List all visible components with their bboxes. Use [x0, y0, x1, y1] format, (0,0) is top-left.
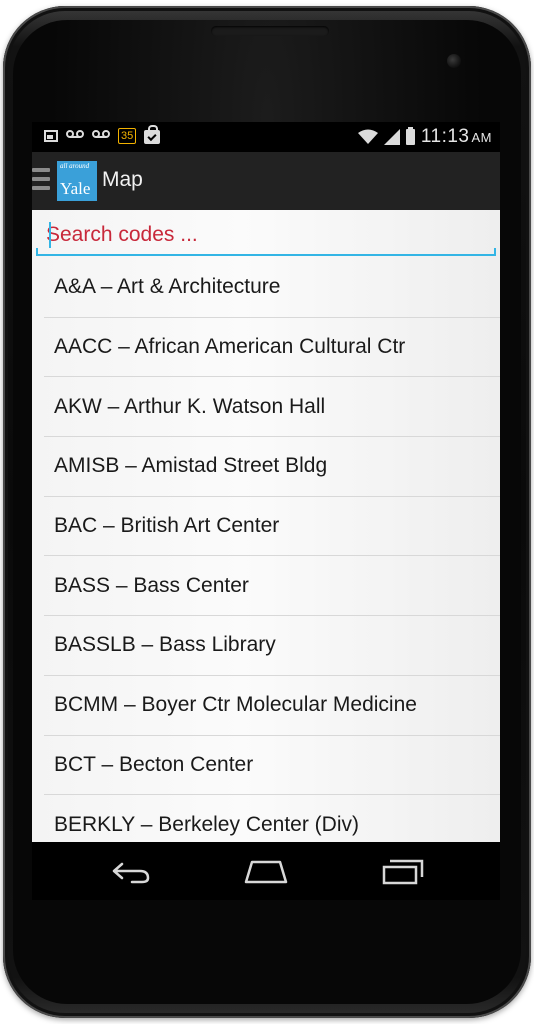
- text-cursor: [49, 222, 51, 248]
- logo-small-text: all around: [60, 162, 90, 170]
- list-item[interactable]: AKW – Arthur K. Watson Hall: [44, 377, 500, 438]
- wifi-icon: [357, 129, 378, 144]
- recent-apps-icon[interactable]: [378, 856, 426, 886]
- list-item[interactable]: A&A – Art & Architecture: [44, 258, 500, 318]
- list-item[interactable]: BASS – Bass Center: [44, 556, 500, 617]
- list-item[interactable]: BASSLB – Bass Library: [44, 616, 500, 676]
- action-bar: all around Yale Map: [32, 152, 500, 210]
- earpiece-speaker: [211, 26, 329, 36]
- status-bar-notifications: 35: [44, 125, 161, 144]
- search-box: [36, 216, 496, 256]
- navigation-bar: [32, 842, 500, 900]
- signal-icon: [383, 129, 400, 145]
- back-icon[interactable]: [106, 856, 154, 886]
- app-logo[interactable]: all around Yale: [57, 161, 97, 201]
- page-title: Map: [102, 168, 143, 191]
- voicemail-icon: [66, 128, 84, 144]
- voicemail-icon: [92, 128, 110, 144]
- screen: 35 11:13 AM all around Yale Map Search c…: [32, 122, 500, 900]
- list-item[interactable]: BCT – Becton Center: [44, 736, 500, 796]
- notification-badge-icon: 35: [118, 128, 137, 144]
- list-item[interactable]: BERKLY – Berkeley Center (Div): [44, 795, 500, 842]
- clock-ampm: AM: [471, 130, 492, 145]
- list-item[interactable]: BAC – British Art Center: [44, 497, 500, 557]
- drawer-menu-icon[interactable]: [32, 168, 50, 194]
- clock: 11:13 AM: [420, 126, 492, 147]
- logo-big-text: Yale: [60, 179, 91, 198]
- battery-icon: [405, 127, 415, 145]
- picture-icon: [44, 130, 58, 142]
- list-item[interactable]: AMISB – Amistad Street Bldg: [44, 437, 500, 497]
- front-camera: [447, 54, 461, 68]
- list-item[interactable]: AACC – African American Cultural Ctr: [44, 318, 500, 378]
- status-bar-system: 11:13 AM: [357, 126, 492, 148]
- building-code-list: A&A – Art & Architecture AACC – African …: [44, 258, 500, 842]
- status-bar: 35 11:13 AM: [32, 122, 500, 152]
- search-underline: [36, 248, 496, 256]
- content-area: A&A – Art & Architecture AACC – African …: [32, 210, 500, 842]
- home-icon[interactable]: [242, 856, 290, 886]
- search-input[interactable]: [36, 216, 496, 254]
- list-item[interactable]: BCMM – Boyer Ctr Molecular Medicine: [44, 676, 500, 736]
- store-bag-icon: [144, 125, 161, 144]
